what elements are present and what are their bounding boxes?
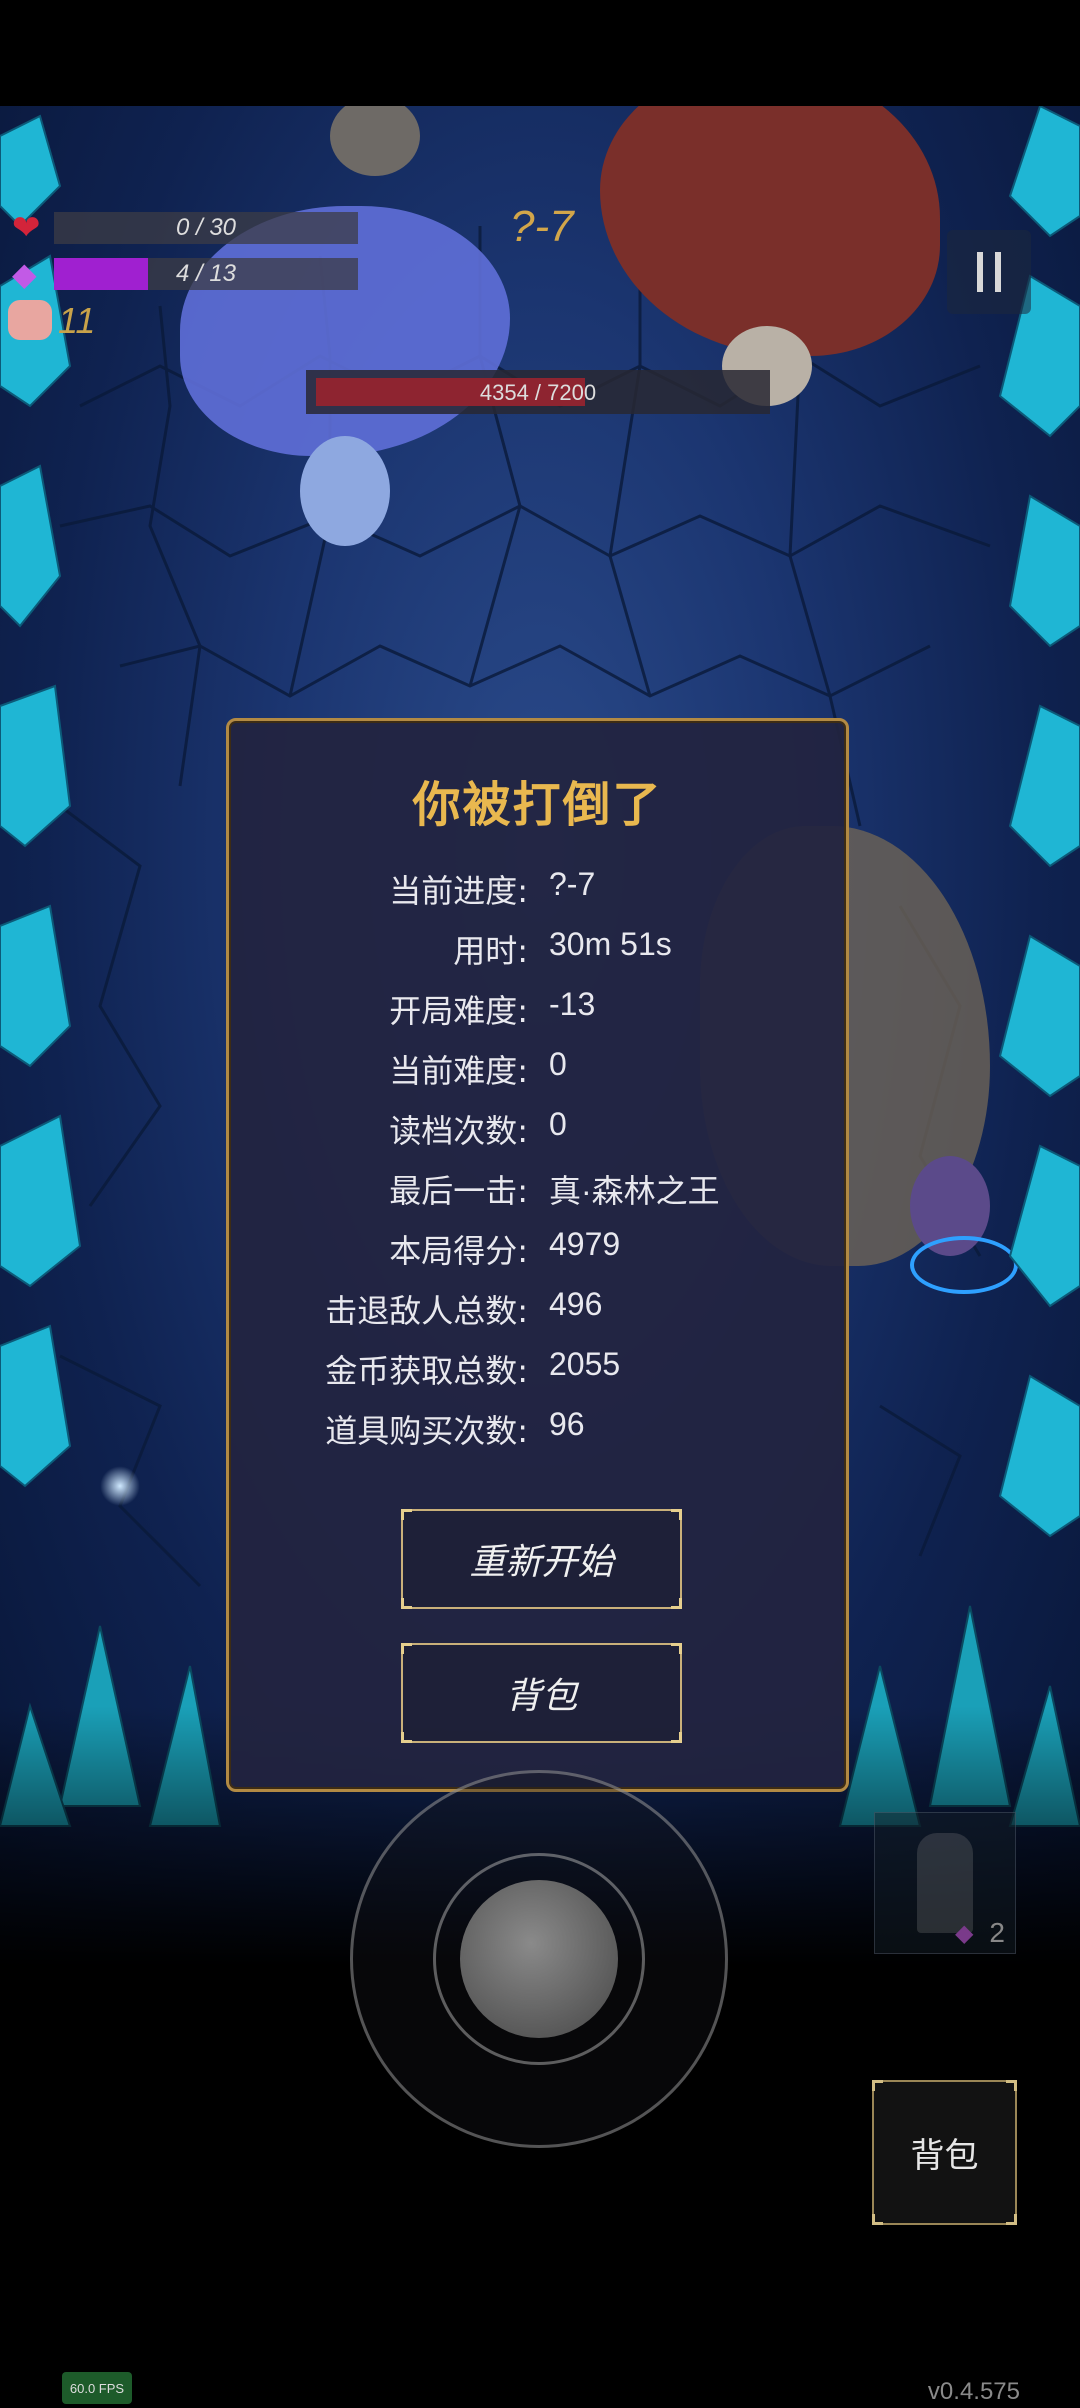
stat-label: 当前进度: [389,872,528,910]
stat-value: ?-7 [549,866,596,902]
stat-label: 开局难度: [389,992,528,1030]
stat-row: 当前进度: ?-7 [229,866,846,926]
hp-text: 0 / 30 [175,214,237,241]
dialog-title: 你被打倒了 [412,777,663,833]
corner-ornament [671,1732,682,1743]
stat-value: 30m 51s [549,926,672,962]
coin-count: 11 [58,300,96,341]
stat-label: 读档次数: [389,1112,528,1150]
stat-value: 2055 [549,1346,621,1382]
stat-label: 当前难度: [389,1052,528,1090]
restart-button[interactable]: 重新开始 [401,1509,682,1609]
corner-ornament [671,1598,682,1609]
stat-label: 最后一击: [389,1172,528,1210]
stat-value: 0 [549,1106,567,1142]
boss-hp-text: 4354 / 7200 [479,380,597,405]
stat-value: 4979 [549,1226,621,1262]
skill-count: 2 [989,1917,1005,1948]
stat-row: 当前难度: 0 [229,1046,846,1106]
stat-row: 击退敌人总数: 496 [229,1286,846,1346]
virtual-joystick[interactable] [350,1770,728,2148]
stat-row: 本局得分: 4979 [229,1226,846,1286]
stat-label: 本局得分: [389,1232,528,1270]
dialog-bag-button[interactable]: 背包 [401,1643,682,1743]
dialog-bag-button-label: 背包 [505,1676,578,1717]
mana-text: 4 / 13 [175,260,237,287]
defeat-dialog: 你被打倒了 当前进度: ?-7 用时: 30m 51s 开局难度: -13 当前难度: 0 读档… [226,718,849,1792]
stat-row: 最后一击: 真·森林之王 [229,1166,846,1226]
stat-value: 96 [549,1406,585,1442]
stat-row: 金币获取总数: 2055 [229,1346,846,1406]
stat-label: 金币获取总数: [325,1352,528,1390]
corner-ornament [401,1643,412,1654]
corner-ornament [872,2214,883,2225]
stat-row: 开局难度: -13 [229,986,846,1046]
stat-row: 道具购买次数: 96 [229,1406,846,1466]
fps-counter: 60.0 FPS [62,2372,132,2404]
corner-ornament [671,1643,682,1654]
joystick-knob[interactable] [460,1880,618,2038]
stat-label: 用时: [453,932,528,970]
pause-icon [977,252,983,292]
statue-icon [917,1833,973,1933]
stat-row: 读档次数: 0 [229,1106,846,1166]
pause-icon-bar [995,252,1001,292]
pig-icon [8,300,52,340]
restart-button-label: 重新开始 [469,1542,614,1583]
stat-label: 道具购买次数: [325,1412,528,1450]
corner-ornament [401,1509,412,1520]
bag-button-label: 背包 [910,2136,979,2176]
corner-ornament [401,1732,412,1743]
crystal-icon: ◆ [955,1919,974,1947]
pause-button[interactable] [947,230,1031,314]
corner-ornament [1006,2214,1017,2225]
crystal-icon: ◆ [12,255,37,293]
stat-value: 496 [549,1286,603,1322]
stat-value: 0 [549,1046,567,1082]
version-label: v0.4.575 [927,2378,1020,2405]
skill-slot[interactable]: ◆ 2 [874,1812,1016,1954]
heart-icon: ❤ [12,208,41,248]
corner-ornament [401,1598,412,1609]
corner-ornament [872,2080,883,2091]
bag-button[interactable]: 背包 [872,2080,1017,2225]
corner-ornament [1006,2080,1017,2091]
stat-row: 用时: 30m 51s [229,926,846,986]
stat-label: 击退敌人总数: [325,1292,528,1330]
stat-value: 真·森林之王 [549,1173,720,1209]
stage-label: ?-7 [510,202,574,251]
stat-value: -13 [549,986,596,1022]
corner-ornament [671,1509,682,1520]
